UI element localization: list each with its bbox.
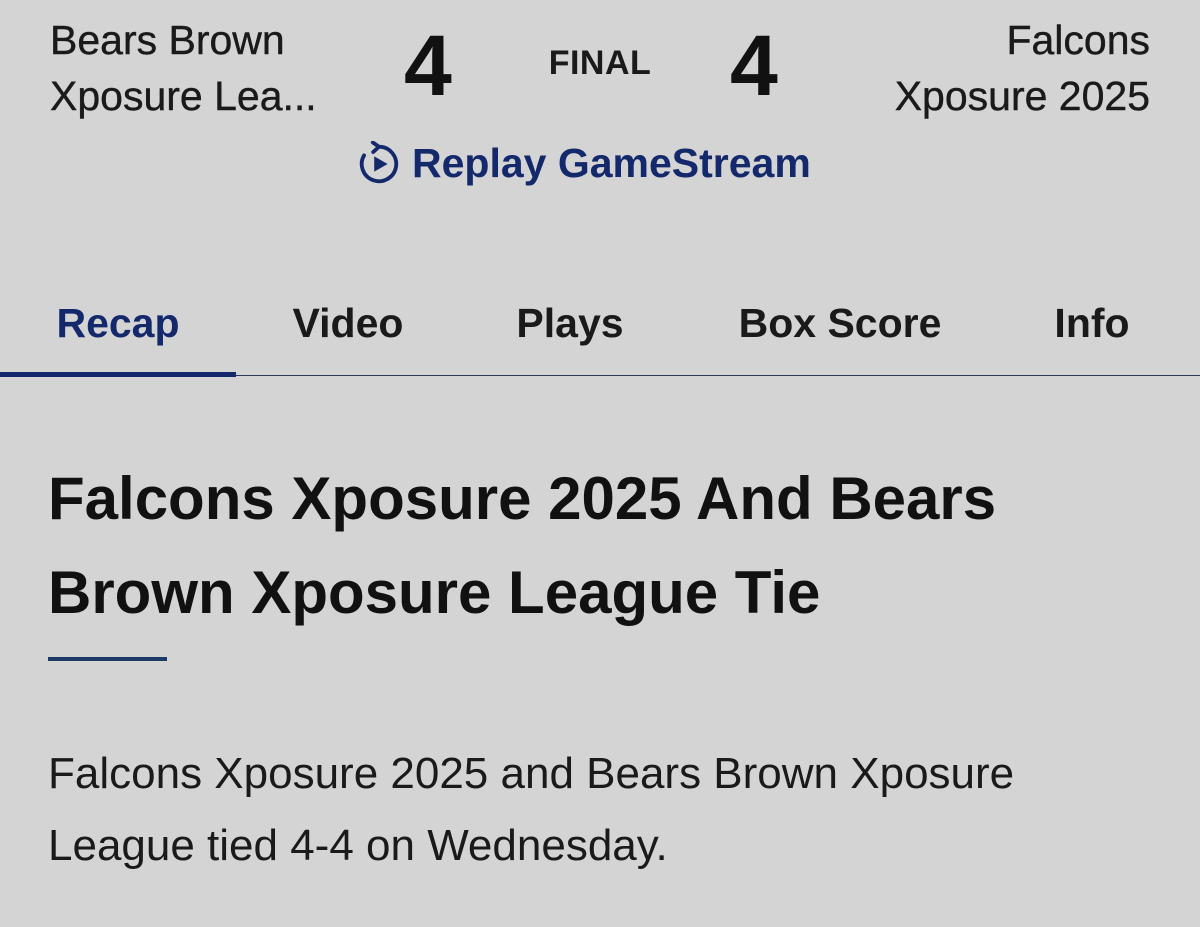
home-team-line2: Xposure 2025 bbox=[894, 73, 1150, 119]
tab-video[interactable]: Video bbox=[236, 270, 460, 376]
replay-gamestream-label: Replay GameStream bbox=[412, 140, 811, 186]
headline-divider bbox=[48, 657, 167, 661]
tab-recap[interactable]: Recap bbox=[0, 270, 236, 376]
away-team-line2: Xposure Lea... bbox=[50, 73, 317, 119]
article-headline: Falcons Xposure 2025 And Bears Brown Xpo… bbox=[48, 465, 997, 626]
game-tabs: Recap Video Plays Box Score Info bbox=[0, 270, 1200, 377]
away-team-name[interactable]: Bears Brown Xposure Lea... bbox=[50, 12, 380, 124]
away-team-line1: Bears Brown bbox=[50, 17, 285, 63]
scoreboard: Bears Brown Xposure Lea... 4 FINAL 4 Fal… bbox=[0, 0, 1200, 240]
home-team-name[interactable]: Falcons Xposure 2025 bbox=[820, 12, 1150, 124]
game-status: FINAL bbox=[548, 44, 652, 82]
active-tab-indicator bbox=[0, 372, 236, 377]
away-team-score: 4 bbox=[404, 18, 452, 114]
home-team-score: 4 bbox=[730, 18, 778, 114]
tab-box-score[interactable]: Box Score bbox=[680, 270, 1000, 376]
home-team-line1: Falcons bbox=[1006, 17, 1150, 63]
replay-gamestream-link[interactable]: Replay GameStream bbox=[356, 140, 811, 187]
replay-play-icon bbox=[359, 140, 399, 183]
article-summary: Falcons Xposure 2025 and Bears Brown Xpo… bbox=[48, 749, 1015, 870]
tab-plays[interactable]: Plays bbox=[460, 270, 680, 376]
tab-info[interactable]: Info bbox=[1000, 270, 1184, 376]
